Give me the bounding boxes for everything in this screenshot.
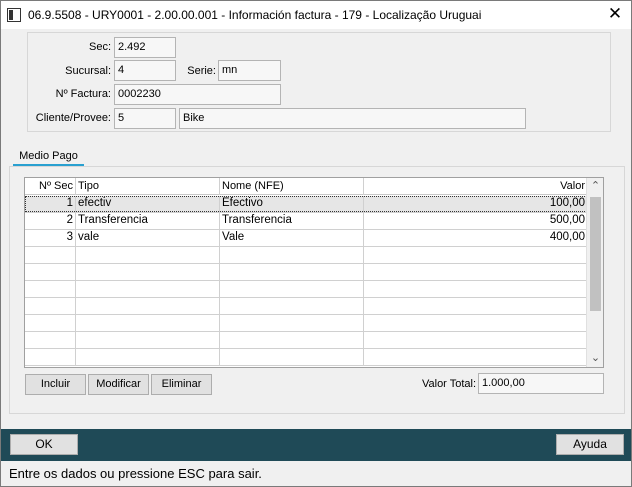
- empty-table-row: [25, 264, 587, 281]
- cliente-label: Cliente/Provee:: [35, 112, 111, 124]
- cell-tipo: Transferencia: [76, 213, 220, 230]
- sec-label: Sec:: [88, 41, 111, 53]
- cliente-code-field[interactable]: 5: [114, 108, 176, 129]
- cell-nome: Efectivo: [220, 196, 364, 213]
- col-header-sec[interactable]: Nº Sec: [25, 178, 76, 195]
- serie-label: Serie:: [187, 65, 216, 77]
- empty-cell: [25, 332, 76, 349]
- empty-cell: [220, 281, 364, 298]
- col-header-nome[interactable]: Nome (NFE): [220, 178, 364, 195]
- cell-valor: 400,00: [549, 231, 585, 243]
- cell-tipo: vale: [76, 230, 220, 247]
- valor-total-label: Valor Total:: [421, 378, 476, 390]
- cell-valor: 100,00: [549, 197, 585, 209]
- cell-tipo: efectiv: [76, 196, 220, 213]
- empty-cell: [364, 281, 587, 298]
- empty-table-row: [25, 281, 587, 298]
- status-bar-text: Entre os dados ou pressione ESC para sai…: [1, 461, 631, 486]
- valor-total-field[interactable]: 1.000,00: [478, 373, 604, 394]
- empty-cell: [220, 349, 364, 366]
- empty-cell: [76, 332, 220, 349]
- empty-cell: [25, 281, 76, 298]
- empty-cell: [25, 247, 76, 264]
- sucursal-label: Sucursal:: [65, 65, 111, 77]
- factura-field[interactable]: 0002230: [114, 84, 281, 105]
- app-window-icon: [7, 8, 21, 22]
- sucursal-field[interactable]: 4: [114, 60, 176, 81]
- empty-cell: [220, 315, 364, 332]
- footer-bar: OK Ayuda: [1, 429, 631, 461]
- cell-sec: 2: [25, 213, 76, 230]
- table-row[interactable]: 2 Transferencia Transferencia 500,00: [25, 213, 587, 230]
- empty-table-row: [25, 349, 587, 366]
- empty-table-row: [25, 298, 587, 315]
- sec-field[interactable]: 2.492: [114, 37, 176, 58]
- cell-nome: Transferencia: [220, 213, 364, 230]
- empty-cell: [364, 247, 587, 264]
- scroll-thumb[interactable]: [590, 197, 601, 311]
- incluir-button[interactable]: Incluir: [25, 374, 86, 395]
- serie-field[interactable]: mn: [218, 60, 281, 81]
- empty-cell: [220, 264, 364, 281]
- empty-cell: [25, 315, 76, 332]
- grid-header: Nº Sec Tipo Nome (NFE) Valor: [25, 178, 587, 195]
- empty-cell: [25, 298, 76, 315]
- empty-cell: [76, 349, 220, 366]
- table-row[interactable]: 1 efectiv Efectivo 100,00: [25, 196, 587, 213]
- empty-cell: [25, 349, 76, 366]
- empty-cell: [76, 315, 220, 332]
- empty-cell: [364, 349, 587, 366]
- scroll-up-icon[interactable]: ⌃: [587, 178, 603, 195]
- col-header-tipo[interactable]: Tipo: [76, 178, 220, 195]
- cliente-name-field[interactable]: Bike: [179, 108, 526, 129]
- close-icon[interactable]: ✕: [607, 5, 623, 22]
- empty-table-row: [25, 315, 587, 332]
- ayuda-button[interactable]: Ayuda: [556, 434, 624, 455]
- col-header-valor[interactable]: Valor: [364, 178, 587, 195]
- window-title: 06.9.5508 - URY0001 - 2.00.00.001 - Info…: [28, 8, 482, 22]
- cell-sec: 3: [25, 230, 76, 247]
- empty-cell: [76, 281, 220, 298]
- empty-cell: [364, 264, 587, 281]
- empty-cell: [364, 298, 587, 315]
- tab-medio-pago[interactable]: Medio Pago: [13, 147, 84, 167]
- empty-cell: [220, 298, 364, 315]
- empty-cell: [76, 298, 220, 315]
- empty-cell: [25, 264, 76, 281]
- empty-cell: [364, 332, 587, 349]
- ok-button[interactable]: OK: [10, 434, 78, 455]
- dialog-window: 06.9.5508 - URY0001 - 2.00.00.001 - Info…: [0, 0, 632, 487]
- cell-sec: 1: [25, 196, 76, 213]
- empty-cell: [76, 247, 220, 264]
- payment-grid[interactable]: Nº Sec Tipo Nome (NFE) Valor 1 efectiv E…: [24, 177, 604, 368]
- vertical-scrollbar[interactable]: ⌃ ⌄: [586, 178, 603, 367]
- modificar-button[interactable]: Modificar: [88, 374, 149, 395]
- empty-cell: [364, 315, 587, 332]
- empty-cell: [220, 332, 364, 349]
- empty-table-row: [25, 247, 587, 264]
- eliminar-button[interactable]: Eliminar: [151, 374, 212, 395]
- cell-nome: Vale: [220, 230, 364, 247]
- empty-table-row: [25, 332, 587, 349]
- table-row[interactable]: 3 vale Vale 400,00: [25, 230, 587, 247]
- empty-cell: [220, 247, 364, 264]
- scroll-down-icon[interactable]: ⌄: [587, 350, 603, 367]
- title-bar: 06.9.5508 - URY0001 - 2.00.00.001 - Info…: [1, 1, 631, 29]
- cell-valor: 500,00: [549, 214, 585, 226]
- factura-label: Nº Factura:: [55, 88, 111, 100]
- empty-cell: [76, 264, 220, 281]
